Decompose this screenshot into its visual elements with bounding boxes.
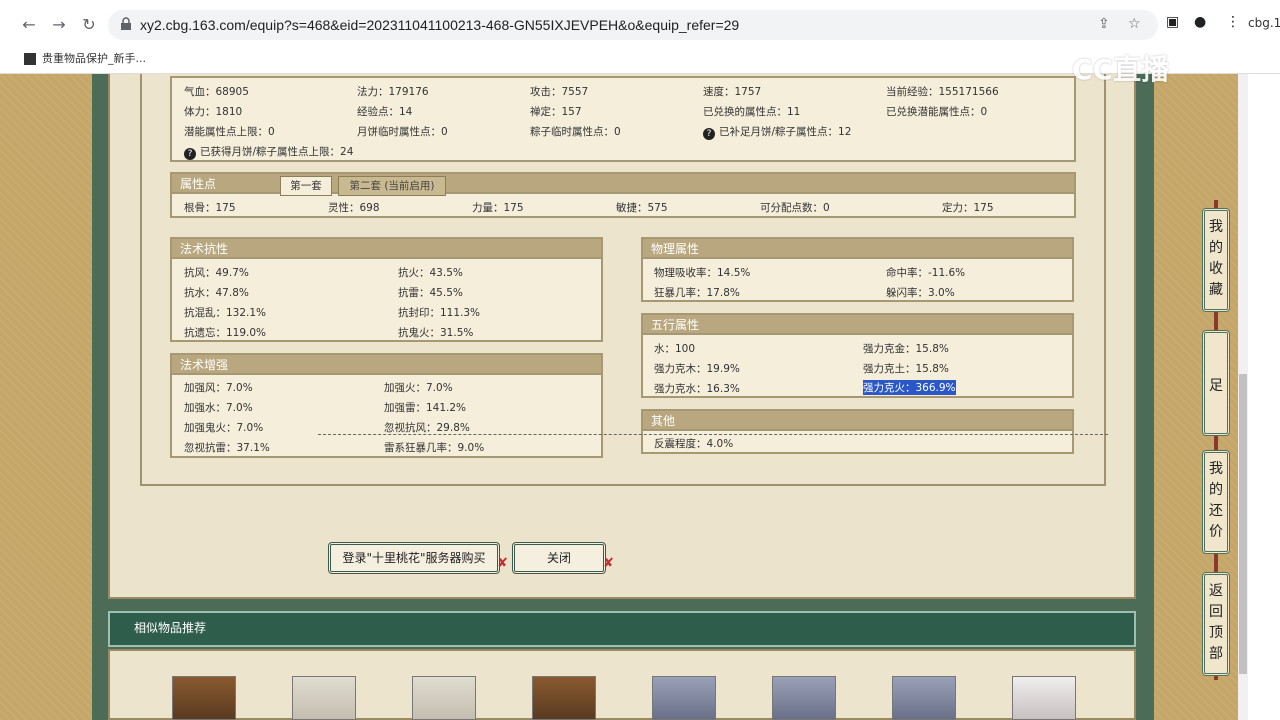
enhance-item: 加强雷：141.2% [384, 402, 467, 414]
physical-item: 狂暴几率：17.8% [654, 287, 740, 299]
reload-icon[interactable]: ↻ [78, 14, 100, 36]
resist-item: 抗遗忘：119.0% [184, 327, 267, 339]
bookmark-item[interactable]: 贵重物品保护_新手... [24, 50, 146, 66]
close-x-icon: ✘ [497, 556, 508, 571]
close-label: 关闭 [546, 551, 571, 565]
close-button[interactable]: 关闭 ✘ [512, 542, 614, 574]
stat-attack: 攻击：7557 [530, 86, 589, 98]
attr-spirit: 灵性：698 [328, 202, 380, 214]
scrollbar-thumb[interactable] [1239, 374, 1247, 674]
attr-free-points: 可分配点数：0 [760, 202, 830, 214]
close-x-icon: ✘ [603, 556, 614, 571]
attr-root: 根骨：175 [184, 202, 236, 214]
login-buy-button[interactable]: 登录"十里桃花"服务器购买 ✘ [328, 542, 508, 574]
adjacent-tab-label[interactable]: cbg.1 [1248, 16, 1280, 30]
help-icon[interactable]: ? [184, 148, 196, 160]
lock-icon [121, 17, 131, 30]
stat-meditation: 禅定：157 [530, 106, 582, 118]
wuxing-item: 水：100 [654, 343, 696, 355]
stat-potential-exchanged: 已兑换潜能属性点：0 [886, 106, 988, 118]
enhance-item: 加强鬼火：7.0% [184, 422, 264, 434]
stat-potential-limit: 潜能属性点上限：0 [184, 126, 275, 138]
enhance-item: 加强火：7.0% [384, 382, 453, 394]
address-bar[interactable]: xy2.cbg.163.com/equip?s=468&eid=20231104… [108, 10, 1158, 40]
other-title: 其他 [643, 411, 1072, 431]
stat-exchanged: 已兑换的属性点：11 [703, 106, 801, 118]
resist-item: 抗风：49.7% [184, 267, 249, 279]
resist-item: 抗水：47.8% [184, 287, 249, 299]
wuxing-title: 五行属性 [643, 315, 1072, 335]
stat-exp: 当前经验：155171566 [886, 86, 999, 98]
physical-item: 物理吸收率：14.5% [654, 267, 751, 279]
scrollbar[interactable] [1238, 74, 1248, 720]
item-thumbnail[interactable] [172, 676, 236, 720]
enhance-item: 忽视抗雷：37.1% [184, 442, 270, 454]
star-icon[interactable]: ☆ [1128, 16, 1141, 32]
recommend-header: 相似物品推荐 [108, 611, 1136, 647]
stat-supplement-text: 已补足月饼/粽子属性点：12 [719, 126, 852, 138]
attr-agility: 敏捷：575 [616, 202, 668, 214]
resist-item: 抗火：43.5% [398, 267, 463, 279]
stat-extra-text: 已获得月饼/粽子属性点上限：24 [200, 146, 354, 158]
physical-title: 物理属性 [643, 239, 1072, 259]
enhance-item: 雷系狂暴几率：9.0% [384, 442, 485, 454]
item-thumbnail[interactable] [532, 676, 596, 720]
stat-speed: 速度：1757 [703, 86, 762, 98]
item-thumbnail[interactable] [412, 676, 476, 720]
url-text: xy2.cbg.163.com/equip?s=468&eid=20231104… [140, 17, 740, 33]
resist-item: 抗鬼火：31.5% [398, 327, 474, 339]
back-icon[interactable]: ← [18, 14, 40, 36]
tab-set-two[interactable]: 第二套 (当前启用) [338, 176, 446, 196]
resist-item: 抗雷：45.5% [398, 287, 463, 299]
enhance-item: 加强风：7.0% [184, 382, 253, 394]
stream-logo: CC直播 [1072, 53, 1170, 86]
sidepanel-icon[interactable]: ▣ [1166, 14, 1179, 30]
stat-mp: 法力：179176 [357, 86, 429, 98]
share-icon[interactable]: ⇪ [1098, 16, 1110, 32]
stat-extra: ? 已获得月饼/粽子属性点上限：24 [184, 144, 353, 160]
stat-stamina: 体力：1810 [184, 106, 243, 118]
wuxing-item: 强力克水：16.3% [654, 383, 740, 395]
menu-icon[interactable]: ⋮ [1226, 14, 1240, 30]
enhance-item: 加强水：7.0% [184, 402, 253, 414]
divider [318, 434, 1108, 435]
bookmark-label: 贵重物品保护_新手... [42, 52, 146, 65]
physical-item: 命中率：-11.6% [886, 267, 966, 279]
item-thumbnail[interactable] [292, 676, 356, 720]
resist-item: 抗混乱：132.1% [184, 307, 267, 319]
tab-set-one[interactable]: 第一套 [280, 176, 332, 196]
side-footprint[interactable]: 足迹 [1202, 330, 1230, 488]
help-icon[interactable]: ? [703, 128, 715, 140]
wuxing-item: 强力克木：19.9% [654, 363, 740, 375]
item-thumbnail[interactable] [772, 676, 836, 720]
stat-mooncake-temp: 月饼临时属性点：0 [357, 126, 448, 138]
login-buy-label: 登录"十里桃花"服务器购买 [342, 551, 486, 565]
profile-icon[interactable]: ● [1194, 14, 1206, 30]
stat-hp: 气血：68905 [184, 86, 249, 98]
enhance-title: 法术增强 [172, 355, 601, 375]
physical-item: 躲闪率：3.0% [886, 287, 955, 299]
attr-strength: 力量：175 [472, 202, 524, 214]
wuxing-item: 强力克土：15.8% [863, 363, 949, 375]
stat-exp-points: 经验点：14 [357, 106, 413, 118]
stat-zongzi-temp: 粽子临时属性点：0 [530, 126, 621, 138]
wuxing-item: 强力克金：15.8% [863, 343, 949, 355]
resist-item: 抗封印：111.3% [398, 307, 481, 319]
resist-title: 法术抗性 [172, 239, 601, 259]
wuxing-item-selected: 强力克火：366.9% [863, 380, 956, 395]
attr-focus: 定力：175 [942, 202, 994, 214]
side-my-bargain[interactable]: 我的还价 [1202, 450, 1230, 554]
item-thumbnail[interactable] [652, 676, 716, 720]
side-my-favorites[interactable]: 我的收藏 [1202, 208, 1230, 312]
bookmark-icon [24, 53, 36, 65]
stat-supplement: ? 已补足月饼/粽子属性点：12 [703, 124, 851, 140]
adjacent-window-edge [1248, 74, 1280, 720]
item-thumbnail[interactable] [892, 676, 956, 720]
side-back-to-top[interactable]: 返回顶部 [1202, 572, 1230, 676]
item-thumbnail[interactable] [1012, 676, 1076, 720]
forward-icon[interactable]: → [48, 14, 70, 36]
enhance-item: 忽视抗风：29.8% [384, 422, 470, 434]
other-item: 反震程度：4.0% [654, 438, 734, 450]
recommend-area [108, 649, 1136, 720]
